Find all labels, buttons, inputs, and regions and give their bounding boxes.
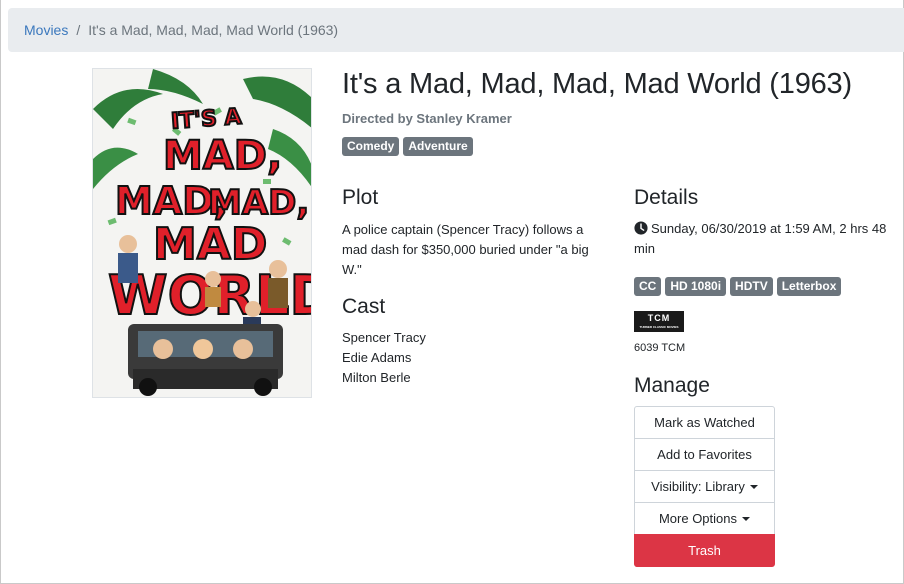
more-options-dropdown-button[interactable]: More Options <box>634 502 775 535</box>
more-options-label: More Options <box>658 511 738 526</box>
airing-text: Sunday, 06/30/2019 at 1:59 AM, 2 hrs 48 … <box>634 221 887 256</box>
mark-watched-button[interactable]: Mark as Watched <box>634 406 775 439</box>
format-tag: CC <box>634 277 662 296</box>
network-logo-text: TCM <box>647 313 671 323</box>
network-logo-subtext: TURNER CLASSIC MOVIES <box>639 325 679 329</box>
format-tags: CC HD 1080i HDTV Letterbox <box>634 277 842 296</box>
trash-button[interactable]: Trash <box>634 534 775 567</box>
chevron-down-icon <box>742 516 751 521</box>
movie-poster: IT'S A MAD, MAD, MAD, MAD WORLD <box>92 68 312 398</box>
svg-text:MAD,: MAD, <box>208 183 309 223</box>
channel-label: 6039 TCM <box>634 342 686 354</box>
cast-member: Milton Berle <box>342 370 411 385</box>
breadcrumb-current: It's a Mad, Mad, Mad, Mad World (1963) <box>88 22 339 38</box>
genre-badge: Adventure <box>403 137 473 156</box>
trash-label: Trash <box>688 543 721 558</box>
director-line: Directed by Stanley Kramer <box>342 111 512 126</box>
visibility-dropdown-button[interactable]: Visibility: Library <box>634 470 775 503</box>
add-favorites-label: Add to Favorites <box>657 447 752 462</box>
svg-text:IT'S A: IT'S A <box>170 105 242 135</box>
visibility-label: Visibility: Library <box>651 479 745 494</box>
page-title: It's a Mad, Mad, Mad, Mad World (1963) <box>342 68 852 100</box>
cast-member: Edie Adams <box>342 350 412 365</box>
clock-icon <box>634 221 648 235</box>
genre-badges: Comedy Adventure <box>342 137 473 156</box>
format-tag: HD 1080i <box>665 277 727 296</box>
airing-info: Sunday, 06/30/2019 at 1:59 AM, 2 hrs 48 … <box>634 219 896 259</box>
breadcrumb-separator: / <box>76 22 81 38</box>
details-heading: Details <box>634 186 699 209</box>
format-tag: Letterbox <box>776 277 842 296</box>
manage-heading: Manage <box>634 374 710 397</box>
manage-button-group: Mark as Watched Add to Favorites Visibil… <box>634 406 775 567</box>
breadcrumb: Movies / It's a Mad, Mad, Mad, Mad World… <box>8 8 904 52</box>
svg-text:MAD: MAD <box>153 219 267 270</box>
genre-badge: Comedy <box>342 137 400 156</box>
chevron-down-icon <box>749 484 758 489</box>
cast-list: Spencer Tracy Edie Adams Milton Berle <box>342 328 426 388</box>
svg-text:MAD,: MAD, <box>163 133 282 179</box>
network-logo: TCM TURNER CLASSIC MOVIES <box>634 311 684 332</box>
format-tag: HDTV <box>730 277 773 296</box>
mark-watched-label: Mark as Watched <box>654 415 755 430</box>
plot-heading: Plot <box>342 186 379 209</box>
add-favorites-button[interactable]: Add to Favorites <box>634 438 775 471</box>
cast-member: Spencer Tracy <box>342 330 426 345</box>
plot-text: A police captain (Spencer Tracy) follows… <box>342 222 589 277</box>
breadcrumb-movies-link[interactable]: Movies <box>24 22 68 38</box>
cast-heading: Cast <box>342 295 386 318</box>
